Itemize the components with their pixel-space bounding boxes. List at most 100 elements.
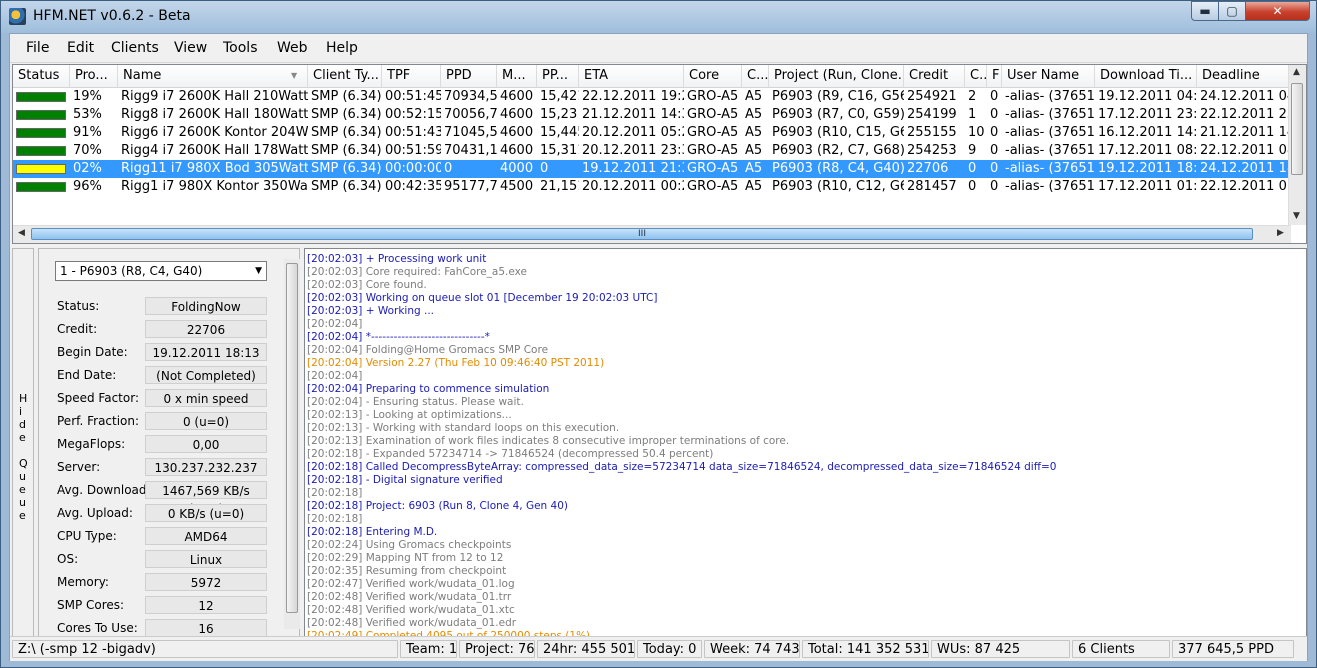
cell-credit: 254921: [907, 89, 957, 104]
cell-f: 0: [990, 143, 999, 158]
table-row[interactable]: 96% Rigg1 i7 980X Kontor 350Watt SMP (6.34…: [13, 178, 1291, 196]
cell-client: SMP (6.34): [311, 89, 382, 104]
detail-label: Status:: [57, 299, 100, 313]
scroll-right-icon[interactable]: ▶: [1277, 228, 1284, 238]
log-line: [20:02:18]: [307, 513, 363, 525]
menu-view[interactable]: View: [174, 40, 207, 56]
queue-selector[interactable]: 1 - P6903 (R8, C4, G40) ▼: [55, 261, 267, 281]
cell-user: -alias- (37651): [1005, 161, 1095, 176]
detail-scrollbar[interactable]: [284, 259, 300, 629]
title-bar[interactable]: HFM.NET v0.6.2 - Beta ▬ ▢ ✕: [1, 1, 1316, 33]
app-window: HFM.NET v0.6.2 - Beta ▬ ▢ ✕ File Edit Cl…: [0, 0, 1317, 668]
log-line: [20:02:48] Verified work/wudata_01.trr: [307, 591, 512, 603]
hide-queue-letter: Q: [19, 457, 28, 470]
menu-web[interactable]: Web: [277, 40, 308, 56]
hide-queue-letter: u: [19, 496, 26, 509]
column-header-credit[interactable]: Credit: [904, 65, 965, 87]
column-header-deadline[interactable]: Deadline: [1197, 65, 1291, 87]
log-line: [20:02:03] Core required: FahCore_a5.exe: [307, 266, 527, 278]
column-header-m[interactable]: M...: [497, 65, 537, 87]
cell-credit: 22706: [907, 161, 949, 176]
status-bar: Z:\ (-smp 12 -bigadv) Team: 1 Project: 7…: [10, 636, 1307, 661]
status-indicator: [16, 182, 66, 192]
scroll-thumb[interactable]: [1291, 83, 1303, 175]
column-header-eta[interactable]: ETA: [579, 65, 684, 87]
scroll-up-icon[interactable]: ▲: [1293, 67, 1300, 77]
detail-value: (Not Completed): [145, 366, 267, 384]
column-header-user[interactable]: User Name: [1002, 65, 1095, 87]
status-indicator: [16, 164, 66, 174]
column-header-name[interactable]: Name: [118, 65, 308, 87]
column-header-c[interactable]: C...: [742, 65, 769, 87]
log-line: [20:02:18] Project: 6903 (Run 8, Clone 4…: [307, 500, 568, 512]
column-header-pp[interactable]: PP...: [537, 65, 579, 87]
cell-progress: 02%: [73, 161, 102, 176]
table-row[interactable]: 70% Rigg4 i7 2600K Hall 178Watt SMP (6.34)…: [13, 142, 1291, 160]
table-row[interactable]: 53% Rigg8 i7 2600K Hall 180Watt SMP (6.34)…: [13, 106, 1291, 124]
column-header-project[interactable]: Project (Run, Clone...: [769, 65, 904, 87]
cell-download: 17.12.2011 08:10: [1098, 143, 1197, 158]
grid-horizontal-scrollbar[interactable]: ◀ III ▶: [13, 225, 1291, 243]
column-header-download[interactable]: Download Ti...: [1095, 65, 1197, 87]
menu-help[interactable]: Help: [326, 40, 358, 56]
cell-c: A5: [745, 143, 763, 158]
table-row[interactable]: 91% Rigg6 i7 2600K Kontor 204Watt SMP (6.3…: [13, 124, 1291, 142]
clients-grid: Status Pro... Name Client Ty... TPF PPD M... PP…: [12, 64, 1307, 244]
cell-pp: 15,421: [540, 89, 579, 104]
cell-tpf: 00:51:43: [385, 125, 441, 140]
cell-eta: 19.12.2011 21:34: [582, 161, 684, 176]
menu-bar: File Edit Clients View Tools Web Help: [10, 34, 1307, 63]
detail-value: 130.237.232.237: [145, 458, 267, 476]
detail-label: End Date:: [57, 368, 117, 382]
column-header-client[interactable]: Client Ty...: [308, 65, 382, 87]
log-line: [20:02:48] Verified work/wudata_01.edr: [307, 617, 517, 629]
cell-m: 4000: [500, 161, 534, 176]
cell-pp: 15,23: [540, 107, 578, 122]
maximize-button[interactable]: ▢: [1218, 1, 1246, 21]
menu-tools[interactable]: Tools: [223, 40, 258, 56]
cell-progress: 53%: [73, 107, 102, 122]
column-header-ppd[interactable]: PPD: [441, 65, 497, 87]
column-header-tpf[interactable]: TPF: [382, 65, 441, 87]
log-line: [20:02:47] Verified work/wudata_01.log: [307, 578, 515, 590]
column-header-f[interactable]: F: [987, 65, 1002, 87]
cell-ppd: 70431,1: [444, 143, 497, 158]
grid-vertical-scrollbar[interactable]: ▲ ▼: [1288, 65, 1306, 225]
cell-credit: 255155: [907, 125, 957, 140]
status-team: Team: 1: [400, 640, 457, 658]
menu-file[interactable]: File: [26, 40, 49, 56]
cell-c2: 9: [968, 143, 977, 158]
cell-name: Rigg8 i7 2600K Hall 180Watt: [121, 107, 308, 122]
menu-edit[interactable]: Edit: [67, 40, 94, 56]
log-line: [20:02:18] Entering M.D.: [307, 526, 438, 538]
column-header-progress[interactable]: Pro...: [70, 65, 118, 87]
cell-core: GRO-A5: [687, 89, 739, 104]
log-line: [20:02:18] - Digital signature verified: [307, 474, 503, 486]
cell-progress: 70%: [73, 143, 102, 158]
detail-value: 19.12.2011 18:13: [145, 343, 267, 361]
log-line: [20:02:04]: [307, 370, 363, 382]
status-today: Today: 0: [637, 640, 702, 658]
detail-scroll-thumb[interactable]: [286, 263, 298, 613]
table-row[interactable]: 19% Rigg9 i7 2600K Hall 210Watt SMP (6.34)…: [13, 88, 1291, 106]
cell-user: -alias- (37651): [1005, 107, 1095, 122]
close-button[interactable]: ✕: [1245, 1, 1310, 21]
column-header-c2[interactable]: C...: [965, 65, 987, 87]
menu-clients[interactable]: Clients: [111, 40, 159, 56]
scroll-down-icon[interactable]: ▼: [1293, 211, 1300, 221]
cell-credit: 281457: [907, 179, 957, 194]
column-header-status[interactable]: Status: [13, 65, 70, 87]
scroll-left-icon[interactable]: ◀: [18, 228, 25, 238]
minimize-button[interactable]: ▬: [1191, 1, 1219, 21]
cell-core: GRO-A5: [687, 125, 739, 140]
table-row[interactable]: 02% Rigg11 i7 980X Bod 305Watt SMP (6.34) 0…: [13, 160, 1291, 178]
detail-value: AMD64: [145, 527, 267, 545]
column-header-core[interactable]: Core: [684, 65, 742, 87]
hide-queue-button[interactable]: Hide QueueHideQueue: [12, 248, 34, 640]
status-indicator: [16, 110, 66, 120]
detail-label: Perf. Fraction:: [57, 414, 140, 428]
cell-client: SMP (6.34): [311, 161, 382, 176]
cell-user: -alias- (37651): [1005, 125, 1095, 140]
cell-user: -alias- (37651): [1005, 143, 1095, 158]
hscroll-thumb[interactable]: III: [31, 228, 1253, 240]
